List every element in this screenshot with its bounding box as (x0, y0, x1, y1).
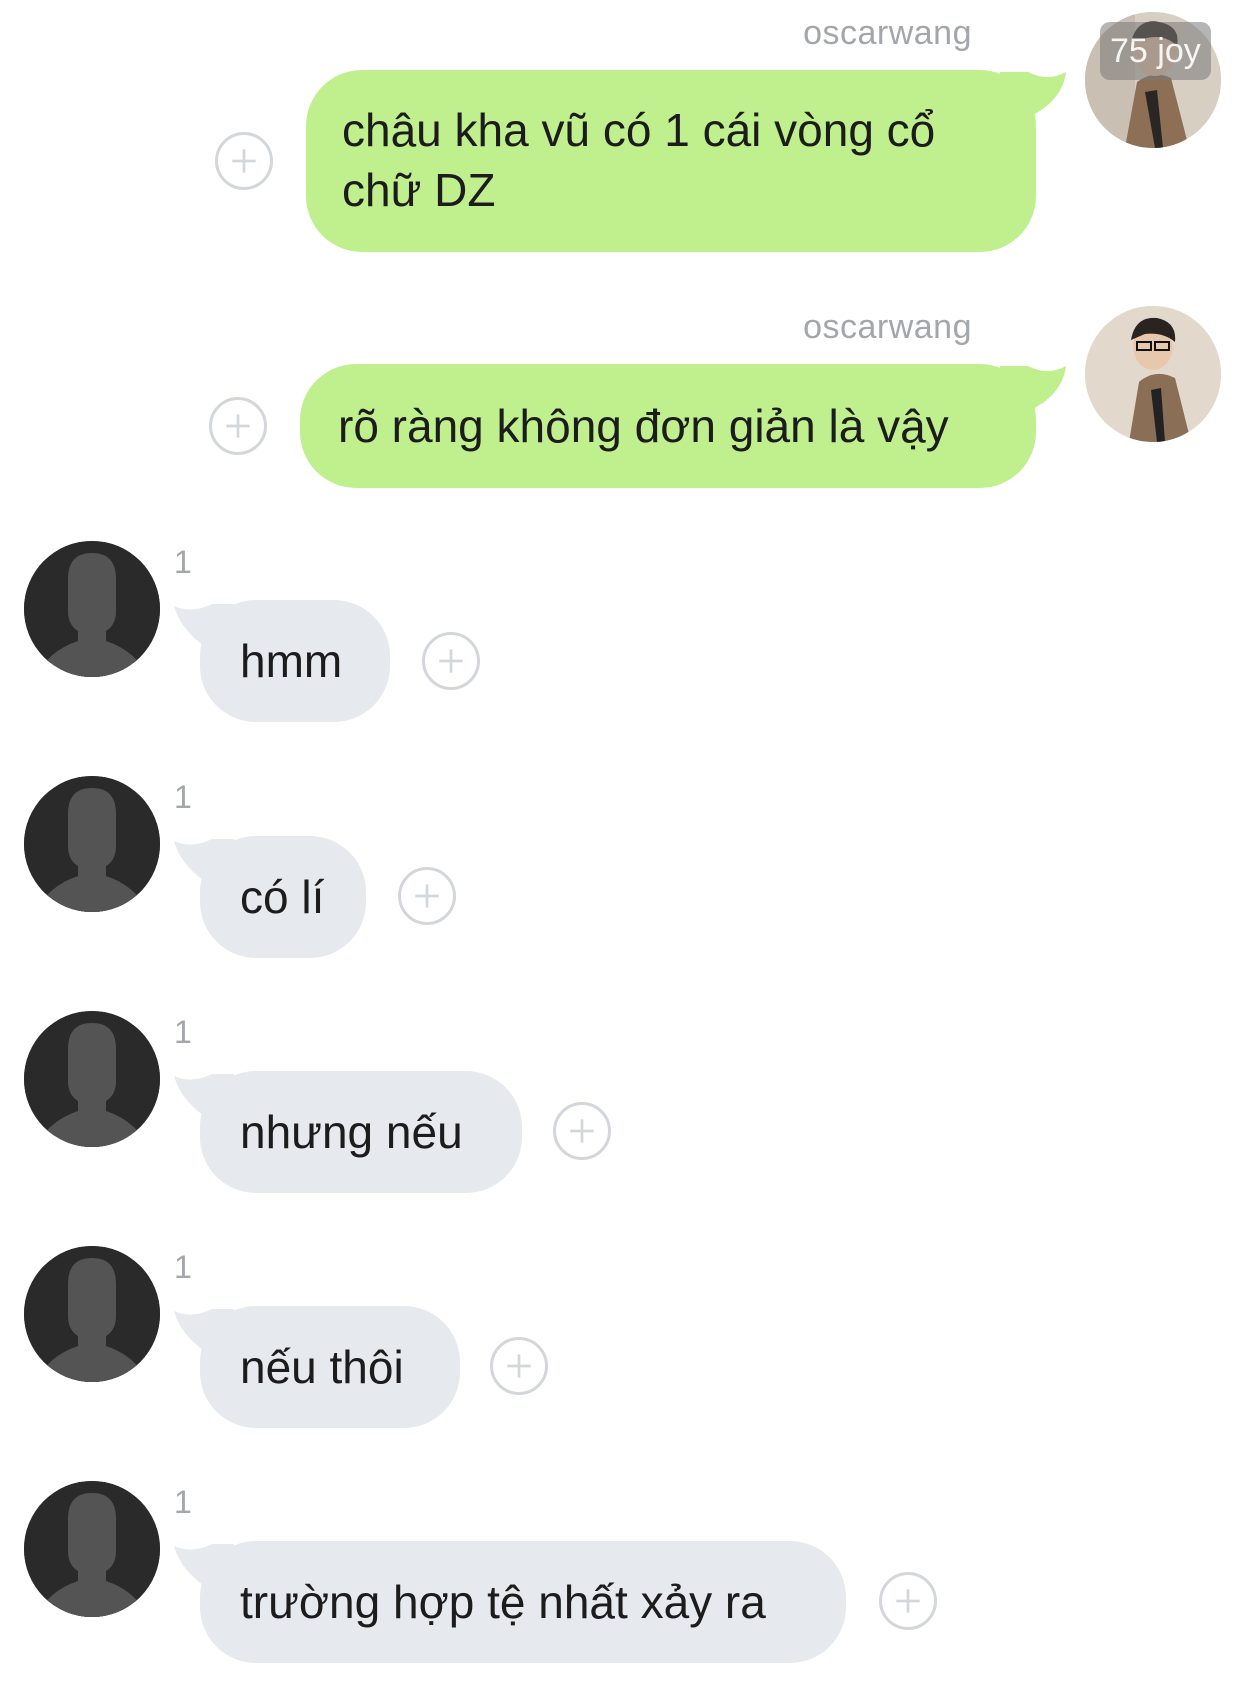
message-bubble-in[interactable]: trường hợp tệ nhất xảy ra (200, 1541, 846, 1663)
person-silhouette-icon (24, 776, 160, 912)
add-reaction-button[interactable] (553, 1102, 611, 1160)
contact-avatar[interactable] (24, 1481, 160, 1617)
read-count: 1 (174, 544, 192, 580)
plus-circle-icon (232, 149, 256, 173)
message-text: nhưng nếu (240, 1106, 463, 1158)
add-reaction-button[interactable] (879, 1572, 937, 1630)
person-silhouette-icon (24, 1481, 160, 1617)
bubble-tail (1000, 72, 1066, 120)
read-count: 1 (174, 779, 192, 815)
plus-circle-icon (439, 649, 463, 673)
message-bubble-in[interactable]: hmm (200, 600, 390, 722)
message-bubble-out[interactable]: châu kha vũ có 1 cái vòng cổ chữ DZ (306, 70, 1036, 252)
message-text: châu kha vũ có 1 cái vòng cổ chữ DZ (342, 104, 936, 216)
add-reaction-button[interactable] (209, 397, 267, 455)
message-text: có lí (240, 871, 325, 923)
read-count: 1 (174, 1249, 192, 1285)
contact-avatar[interactable] (24, 776, 160, 912)
message-text: rõ ràng không đơn giản là vậy (338, 400, 949, 452)
message-text: hmm (240, 635, 343, 687)
contact-avatar[interactable] (24, 541, 160, 677)
plus-circle-icon (896, 1589, 920, 1613)
plus-circle-icon (570, 1119, 594, 1143)
message-text: nếu thôi (240, 1341, 404, 1393)
avatar-photo-icon (1085, 306, 1221, 442)
bubble-tail (1000, 366, 1066, 414)
sender-name: oscarwang (803, 308, 972, 346)
contact-avatar[interactable] (24, 1246, 160, 1382)
add-reaction-button[interactable] (422, 632, 480, 690)
person-silhouette-icon (24, 541, 160, 677)
message-bubble-in[interactable]: nếu thôi (200, 1306, 460, 1428)
contact-avatar[interactable] (24, 1011, 160, 1147)
add-reaction-button[interactable] (215, 132, 273, 190)
message-bubble-in[interactable]: có lí (200, 836, 366, 958)
person-silhouette-icon (24, 1011, 160, 1147)
sender-name: oscarwang (803, 14, 972, 52)
plus-circle-icon (415, 884, 439, 908)
message-bubble-out[interactable]: rõ ràng không đơn giản là vậy (300, 364, 1036, 488)
plus-circle-icon (226, 414, 250, 438)
add-reaction-button[interactable] (490, 1337, 548, 1395)
person-silhouette-icon (24, 1246, 160, 1382)
read-count: 1 (174, 1484, 192, 1520)
read-count: 1 (174, 1014, 192, 1050)
add-reaction-button[interactable] (398, 867, 456, 925)
message-text: trường hợp tệ nhất xảy ra (240, 1576, 766, 1628)
plus-circle-icon (507, 1354, 531, 1378)
message-bubble-in[interactable]: nhưng nếu (200, 1071, 522, 1193)
watermark-label: 75 joy (1100, 22, 1211, 80)
sender-avatar[interactable] (1085, 306, 1221, 442)
